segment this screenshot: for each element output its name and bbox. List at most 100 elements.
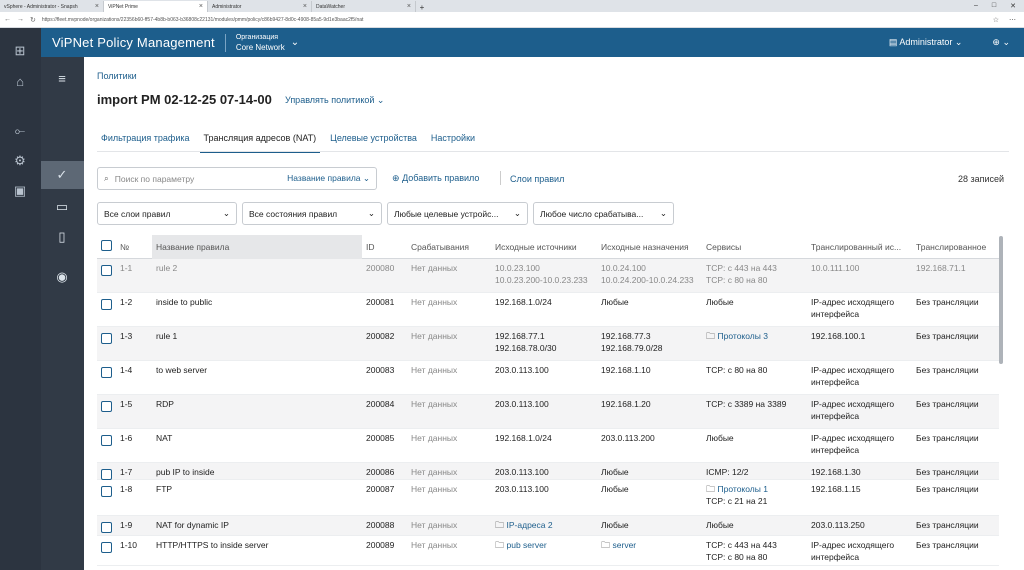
table-row[interactable]: 1-10 HTTP/HTTPS to inside server 200089 Нет… <box>97 536 999 566</box>
new-tab-icon[interactable]: + <box>416 3 428 12</box>
shield-check-icon[interactable]: ✓ <box>52 165 72 185</box>
chevron-down-icon[interactable]: ⌄ <box>291 37 299 48</box>
table-row[interactable]: 1-8 FTP 200087 Нет данных 203.0.113.100 Любые… <box>97 480 999 516</box>
back-icon[interactable]: ← <box>4 16 11 23</box>
tab-target-devices[interactable]: Целевые устройства <box>326 130 421 153</box>
table-row[interactable]: 1-5 RDP 200084 Нет данных 203.0.113.100 192.1… <box>97 395 999 429</box>
maximize-icon[interactable]: □ <box>992 2 996 10</box>
group-link[interactable]: Протоколы 3 <box>718 331 768 341</box>
states-filter[interactable]: Все состояния правил ⌄ <box>242 202 382 225</box>
star-icon[interactable]: ☆ <box>993 16 999 24</box>
forward-icon[interactable]: → <box>17 16 24 23</box>
device-icon[interactable]: ▯ <box>52 227 72 247</box>
apps-grid-icon[interactable]: ⊞ <box>12 43 28 59</box>
table-row[interactable]: 1-6 NAT 200085 Нет данных 192.168.1.0/24 203.… <box>97 429 999 463</box>
col-src[interactable]: Исходные источники <box>495 241 577 253</box>
cell-num: 1-4 <box>120 364 132 376</box>
browser-tab[interactable]: DataWatcher × <box>312 1 416 12</box>
row-checkbox[interactable] <box>101 486 112 497</box>
row-checkbox[interactable] <box>101 265 112 276</box>
table-row[interactable]: 1-3 rule 1 200082 Нет данных 192.168.77.1 192… <box>97 327 999 361</box>
org-selector[interactable]: Организация Core Network <box>236 33 285 53</box>
group-link[interactable]: server <box>613 540 637 550</box>
scrollbar[interactable] <box>999 236 1003 364</box>
col-name[interactable]: Название правила <box>156 241 229 253</box>
user-menu[interactable]: ▤ Administrator ⌄ <box>889 37 963 48</box>
col-hits[interactable]: Срабатывания <box>411 241 469 253</box>
cell-line: интерфейса <box>811 445 860 455</box>
row-checkbox[interactable] <box>101 542 112 553</box>
col-translated-src[interactable]: Транслированный ис... <box>811 241 901 253</box>
col-dst[interactable]: Исходные назначения <box>601 241 689 253</box>
cell-line[interactable]: 🗀 IP-адреса 2 <box>495 519 553 531</box>
rule-layers-link[interactable]: Слои правил <box>510 174 564 184</box>
cell-tsrc: 192.168.100.1 <box>811 330 865 342</box>
cell-num: 1-10 <box>120 539 137 551</box>
cell-num: 1-8 <box>120 483 132 495</box>
cell-line: Нет данных <box>411 484 458 494</box>
row-checkbox[interactable] <box>101 469 112 480</box>
table-row[interactable]: 1-7 pub IP to inside 200086 Нет данных 203.0… <box>97 463 999 480</box>
row-checkbox[interactable] <box>101 333 112 344</box>
col-translated-dst[interactable]: Транслированное <box>916 241 986 253</box>
group-link[interactable]: Протоколы 1 <box>718 484 768 494</box>
cell-id: 200086 <box>366 466 394 478</box>
cell-line[interactable]: 🗀 server <box>601 539 636 551</box>
row-checkbox[interactable] <box>101 367 112 378</box>
row-checkbox[interactable] <box>101 401 112 412</box>
cell-line[interactable]: 🗀 Протоколы 1 <box>706 483 768 495</box>
col-id[interactable]: ID <box>366 241 375 253</box>
cell-line[interactable]: 🗀 pub server <box>495 539 547 551</box>
hits-filter[interactable]: Любое число срабатыва... ⌄ <box>533 202 674 225</box>
table-row[interactable]: 1-1 rule 2 200080 Нет данных 10.0.23.100 10.0… <box>97 259 999 293</box>
share-icon[interactable]: ⟜ <box>12 123 28 139</box>
folder-icon[interactable]: ▭ <box>52 197 72 217</box>
menu-icon[interactable]: ≡ <box>52 69 72 89</box>
cell-src: 🗀 IP-адреса 2 <box>495 519 553 531</box>
row-checkbox[interactable] <box>101 435 112 446</box>
browser-tab[interactable]: vSphere - Administrator - Snapsh × <box>0 1 104 12</box>
cell-line[interactable]: 🗀 Протоколы 3 <box>706 330 768 342</box>
table-row[interactable]: 1-2 inside to public 200081 Нет данных 192.1… <box>97 293 999 327</box>
tab-filtering[interactable]: Фильтрация трафика <box>97 130 194 153</box>
tab-settings[interactable]: Настройки <box>427 130 479 153</box>
group-link[interactable]: pub server <box>507 540 547 550</box>
row-checkbox[interactable] <box>101 299 112 310</box>
browser-tab[interactable]: Administrator × <box>208 1 312 12</box>
row-checkbox[interactable] <box>101 522 112 533</box>
layers-filter[interactable]: Все слои правил ⌄ <box>97 202 237 225</box>
folder-icon: 🗀 <box>706 331 718 341</box>
globe-icon[interactable]: ⊕ ⌄ <box>992 37 1010 48</box>
manage-policy-menu[interactable]: Управлять политикой ⌄ <box>285 95 384 106</box>
network-icon[interactable]: ⚙ <box>12 153 28 169</box>
group-link[interactable]: IP-адреса 2 <box>507 520 553 530</box>
table-row[interactable]: 1-9 NAT for dynamic IP 200088 Нет данных 🗀 I… <box>97 516 999 536</box>
node-icon[interactable]: ◉ <box>52 267 72 287</box>
cell-line: интерфейса <box>811 552 860 562</box>
cell-line: интерфейса <box>811 309 860 319</box>
col-num[interactable]: № <box>120 241 129 253</box>
cell-line: 200087 <box>366 484 395 494</box>
extensions-icon[interactable]: ⋯ <box>1009 16 1016 24</box>
dashboard-icon[interactable]: ⌂ <box>12 74 28 90</box>
devices-filter[interactable]: Любые целевые устройс... ⌄ <box>387 202 528 225</box>
browser-tab-active[interactable]: ViPNet Prime × <box>104 1 208 12</box>
monitor-icon[interactable]: ▣ <box>12 183 28 199</box>
minimize-icon[interactable]: – <box>974 2 978 10</box>
close-icon[interactable]: × <box>95 3 99 10</box>
window-close-icon[interactable]: ✕ <box>1010 2 1016 10</box>
select-all-checkbox[interactable] <box>101 240 112 251</box>
table-row[interactable]: 1-4 to web server 200083 Нет данных 203.0.11… <box>97 361 999 395</box>
breadcrumb[interactable]: Политики <box>97 71 137 81</box>
url-field[interactable]: https://fleet.mvpnode/organizations/2235… <box>42 17 987 23</box>
add-rule-button[interactable]: ⊕ Добавить правило <box>392 173 479 184</box>
reload-icon[interactable]: ↻ <box>30 16 36 24</box>
close-icon[interactable]: × <box>407 3 411 10</box>
cell-dst: 192.168.1.10 <box>601 364 651 376</box>
search-field-select[interactable]: Название правила ⌄ <box>287 173 376 184</box>
tab-nat[interactable]: Трансляция адресов (NAT) <box>199 130 321 153</box>
search-input[interactable]: ⌕ Поиск по параметру Название правила ⌄ <box>97 167 377 190</box>
close-icon[interactable]: × <box>303 3 307 10</box>
col-services[interactable]: Сервисы <box>706 241 741 253</box>
close-icon[interactable]: × <box>199 3 203 10</box>
